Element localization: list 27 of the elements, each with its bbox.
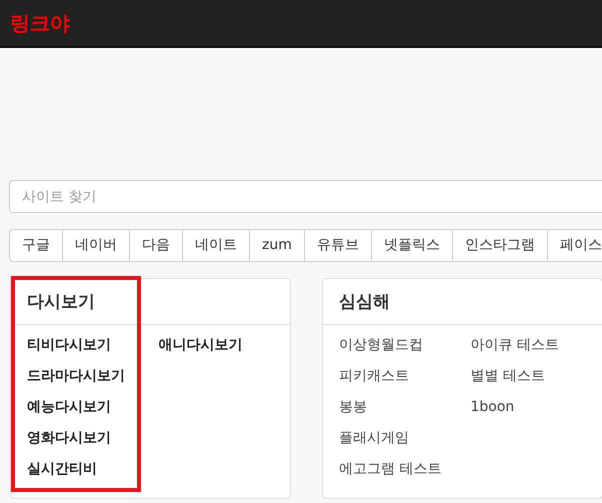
quick-link[interactable]: 인스타그램	[452, 230, 547, 261]
link-item[interactable]: 별별 테스트	[470, 364, 545, 395]
card-title: 다시보기	[27, 291, 95, 313]
link-item[interactable]: 봉봉	[339, 395, 367, 426]
link-item[interactable]: 1boon	[470, 395, 514, 426]
quick-link[interactable]: 페이스	[546, 230, 602, 261]
card-title: 심심해	[339, 291, 390, 313]
link-item[interactable]: 이상형월드컵	[339, 333, 423, 364]
link-item[interactable]: 아이큐 테스트	[470, 333, 559, 364]
link-item[interactable]: 애니다시보기	[158, 333, 242, 364]
quick-link[interactable]: 네이트	[182, 230, 249, 261]
site-logo[interactable]: 링크야	[10, 10, 70, 36]
quick-link[interactable]: zum	[249, 230, 304, 261]
quick-link[interactable]: 구글	[10, 230, 62, 261]
quick-link[interactable]: 유튜브	[304, 230, 371, 261]
link-item[interactable]: 에고그램 테스트	[339, 457, 442, 488]
link-item[interactable]: 드라마다시보기	[27, 364, 125, 395]
link-item[interactable]: 실시간티비	[27, 457, 97, 488]
link-item[interactable]: 영화다시보기	[27, 426, 111, 457]
quick-link[interactable]: 네이버	[62, 230, 129, 261]
link-item[interactable]: 피키캐스트	[339, 364, 409, 395]
link-item[interactable]: 티비다시보기	[27, 333, 111, 364]
quick-link[interactable]: 다음	[129, 230, 182, 261]
link-item[interactable]: 플래시게임	[339, 426, 409, 457]
link-item[interactable]: 예능다시보기	[27, 395, 111, 426]
quick-link[interactable]: 넷플릭스	[370, 230, 452, 261]
search-field[interactable]: 사이트 찾기	[9, 180, 602, 213]
